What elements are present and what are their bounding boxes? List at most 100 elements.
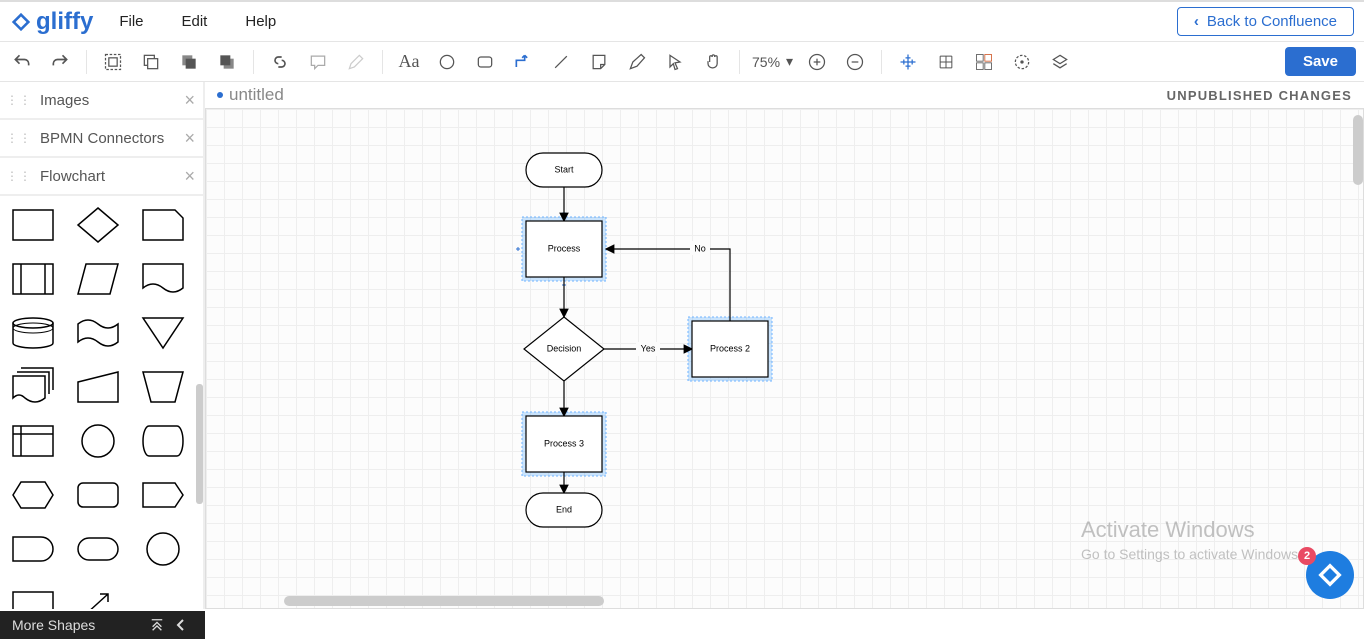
svg-text:End: End: [556, 504, 572, 514]
shape-sidebar: ⋮⋮ Images × ⋮⋮ BPMN Connectors × ⋮⋮ Flow…: [0, 82, 205, 609]
comment-button[interactable]: [304, 48, 332, 76]
shape-internal-storage[interactable]: [10, 422, 56, 460]
node-process3[interactable]: Process 3: [526, 416, 602, 472]
undo-button[interactable]: [8, 48, 36, 76]
redo-button[interactable]: [46, 48, 74, 76]
zoom-dropdown[interactable]: 75% ▾: [752, 53, 793, 70]
category-row-bpmn[interactable]: ⋮⋮ BPMN Connectors ×: [0, 120, 203, 158]
menu-edit[interactable]: Edit: [182, 13, 208, 30]
document-title[interactable]: untitled: [229, 85, 284, 105]
category-label: Flowchart: [40, 168, 184, 185]
shape-hexagon[interactable]: [10, 476, 56, 514]
watermark-line2: Go to Settings to activate Windows.: [1081, 545, 1302, 565]
shape-terminator[interactable]: [75, 530, 121, 568]
close-icon[interactable]: ×: [184, 166, 195, 187]
note-button[interactable]: [585, 48, 613, 76]
shape-manual-input[interactable]: [75, 368, 121, 406]
category-row-flowchart[interactable]: ⋮⋮ Flowchart ×: [0, 158, 203, 196]
shape-offpage[interactable]: [140, 476, 186, 514]
shape-diamond[interactable]: [75, 206, 121, 244]
shape-document[interactable]: [140, 260, 186, 298]
svg-text:Decision: Decision: [547, 343, 582, 353]
close-icon[interactable]: ×: [184, 90, 195, 111]
zoom-out-button[interactable]: [841, 48, 869, 76]
shape-display[interactable]: [140, 422, 186, 460]
shape-parallelogram[interactable]: [75, 260, 121, 298]
edge-process2-no[interactable]: No: [606, 241, 730, 321]
unsaved-indicator-icon: [217, 92, 223, 98]
svg-text:No: No: [694, 243, 706, 253]
copy-button[interactable]: [137, 48, 165, 76]
node-end[interactable]: End: [526, 493, 602, 527]
pointer-tool-button[interactable]: [661, 48, 689, 76]
zoom-value: 75%: [752, 54, 780, 70]
menu-help[interactable]: Help: [245, 13, 276, 30]
collapse-sidebar-icon[interactable]: [169, 618, 193, 632]
toolbar: Aa 75% ▾ Save: [0, 42, 1364, 82]
layers-button[interactable]: [1046, 48, 1074, 76]
themes-button[interactable]: [1008, 48, 1036, 76]
more-shapes-label: More Shapes: [12, 617, 145, 633]
show-grid-button[interactable]: [932, 48, 960, 76]
shape-triangle-down[interactable]: [140, 314, 186, 352]
close-icon[interactable]: ×: [184, 128, 195, 149]
shape-multi-doc[interactable]: [10, 368, 56, 406]
sidebar-scrollbar[interactable]: [196, 384, 203, 504]
shape-tape[interactable]: [75, 314, 121, 352]
category-label: BPMN Connectors: [40, 130, 184, 147]
save-button[interactable]: Save: [1285, 47, 1356, 76]
windows-activation-watermark: Activate Windows Go to Settings to activ…: [1081, 515, 1302, 565]
back-button-label: Back to Confluence: [1207, 13, 1337, 30]
text-tool-button[interactable]: Aa: [395, 48, 423, 76]
pan-tool-button[interactable]: [699, 48, 727, 76]
grip-icon: ⋮⋮: [6, 131, 32, 145]
shape-connector-circle[interactable]: [75, 422, 121, 460]
shape-database[interactable]: [10, 314, 56, 352]
app-logo: gliffy: [10, 8, 93, 36]
node-start[interactable]: Start: [526, 153, 602, 187]
back-to-confluence-button[interactable]: ‹ Back to Confluence: [1177, 7, 1354, 36]
send-back-button[interactable]: [213, 48, 241, 76]
shape-rectangle[interactable]: [10, 206, 56, 244]
assistant-badge: 2: [1298, 547, 1316, 565]
draw-tool-button[interactable]: [623, 48, 651, 76]
shape-rounded-rect[interactable]: [75, 476, 121, 514]
shape-card[interactable]: [140, 206, 186, 244]
document-status: UNPUBLISHED CHANGES: [1167, 88, 1352, 103]
app-name: gliffy: [36, 8, 93, 36]
menu-file[interactable]: File: [119, 13, 143, 30]
shape-trapezoid[interactable]: [140, 368, 186, 406]
watermark-line1: Activate Windows: [1081, 515, 1302, 546]
canvas-vertical-scrollbar[interactable]: [1353, 115, 1363, 185]
edit-pencil-button[interactable]: [342, 48, 370, 76]
bring-front-button[interactable]: [175, 48, 203, 76]
group-button[interactable]: [99, 48, 127, 76]
chevron-down-icon: ▾: [786, 53, 793, 70]
node-process2[interactable]: Process 2: [692, 321, 768, 377]
category-row-images[interactable]: ⋮⋮ Images ×: [0, 82, 203, 120]
assistant-bubble[interactable]: 2: [1306, 551, 1354, 599]
shape-circle[interactable]: [140, 530, 186, 568]
more-shapes-expand-icon[interactable]: [145, 618, 169, 632]
shape-rect-small[interactable]: [10, 584, 56, 609]
zoom-in-button[interactable]: [803, 48, 831, 76]
connector-tool-button[interactable]: [509, 48, 537, 76]
category-label: Images: [40, 92, 184, 109]
shape-delay[interactable]: [10, 530, 56, 568]
canvas-horizontal-scrollbar[interactable]: [284, 596, 604, 606]
link-button[interactable]: [266, 48, 294, 76]
line-tool-button[interactable]: [547, 48, 575, 76]
menubar: gliffy File Edit Help ‹ Back to Confluen…: [0, 2, 1364, 42]
svg-text:Start: Start: [554, 164, 574, 174]
shape-predefined[interactable]: [10, 260, 56, 298]
node-process[interactable]: Process: [526, 221, 602, 277]
shape-arrow-ne[interactable]: [75, 584, 121, 609]
node-decision[interactable]: Decision: [524, 317, 604, 381]
document-titlebar: untitled UNPUBLISHED CHANGES: [205, 82, 1364, 108]
more-shapes-bar[interactable]: More Shapes: [0, 611, 205, 639]
guides-button[interactable]: [970, 48, 998, 76]
snap-grid-button[interactable]: [894, 48, 922, 76]
circle-shape-button[interactable]: [433, 48, 461, 76]
edge-decision-yes[interactable]: Yes: [604, 342, 692, 356]
rounded-rect-button[interactable]: [471, 48, 499, 76]
